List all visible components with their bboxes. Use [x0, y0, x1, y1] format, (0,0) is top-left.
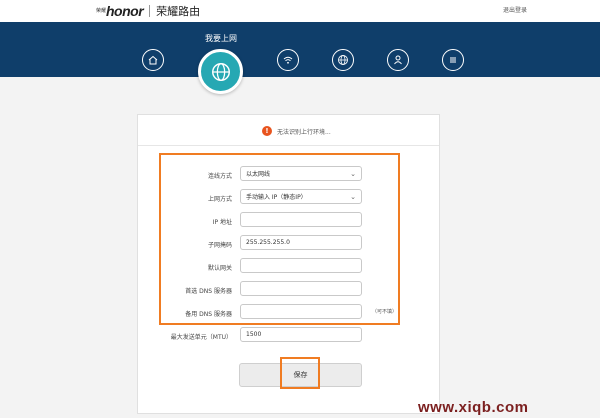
network-globe-icon: [338, 55, 348, 65]
mtu-input[interactable]: 1500: [240, 327, 362, 342]
subnet-mask-input[interactable]: 255.255.255.0: [240, 235, 362, 250]
subnet-mask-label: 子网掩码: [207, 242, 232, 249]
wifi-icon: [283, 56, 293, 64]
nav-home-button[interactable]: [142, 49, 164, 71]
chevron-down-icon: ⌄: [350, 192, 356, 201]
nav-user-button[interactable]: [387, 49, 409, 71]
ip-address-label: IP 地址: [212, 219, 232, 226]
nav-band: [0, 22, 600, 77]
highlight-save-box: [280, 357, 320, 389]
mtu-label: 最大发送单元（MTU）: [170, 334, 232, 341]
primary-dns-label: 首选 DNS 服务器: [185, 288, 232, 295]
brand-small-text: 荣耀: [96, 7, 107, 14]
status-message: ! 无法识别上行环境...: [262, 126, 331, 136]
secondary-dns-label: 备用 DNS 服务器: [185, 311, 232, 318]
watermark: www.xiqb.com: [418, 399, 529, 416]
default-gateway-input[interactable]: [240, 258, 362, 273]
menu-icon: [450, 57, 456, 63]
top-bar: 荣耀 honor 荣耀路由 退出登录: [0, 0, 600, 22]
user-icon: [394, 55, 402, 65]
internet-mode-value: 手动输入 IP（静态IP）: [246, 194, 307, 201]
primary-dns-input[interactable]: [240, 281, 362, 296]
connection-type-label: 连线方式: [207, 173, 232, 180]
default-gateway-label: 默认网关: [207, 265, 232, 272]
product-title: 荣耀路由: [156, 5, 201, 18]
logout-link[interactable]: 退出登录: [503, 5, 527, 14]
panel-divider: [138, 145, 439, 146]
brand-divider: [149, 5, 151, 17]
connection-type-select[interactable]: 以太网线 ⌄: [240, 166, 362, 181]
optional-hint: （可不填）: [372, 309, 398, 315]
chevron-down-icon: ⌄: [350, 169, 356, 178]
secondary-dns-input[interactable]: [240, 304, 362, 319]
internet-mode-select[interactable]: 手动输入 IP（静态IP） ⌄: [240, 189, 362, 204]
nav-internet-button[interactable]: [198, 49, 243, 94]
status-text: 无法识别上行环境...: [277, 128, 331, 136]
nav-menu-button[interactable]: [442, 49, 464, 71]
ip-address-input[interactable]: [240, 212, 362, 227]
home-icon: [148, 55, 158, 65]
nav-network-button[interactable]: [332, 49, 354, 71]
warning-icon: !: [262, 126, 272, 136]
globe-icon: [211, 62, 230, 81]
connection-type-value: 以太网线: [246, 171, 271, 178]
active-nav-label: 我要上网: [205, 34, 237, 43]
brand-wordmark: honor: [106, 3, 144, 19]
brand-logo: 荣耀 honor 荣耀路由: [96, 3, 200, 19]
nav-wifi-button[interactable]: [277, 49, 299, 71]
internet-mode-label: 上网方式: [207, 196, 232, 203]
